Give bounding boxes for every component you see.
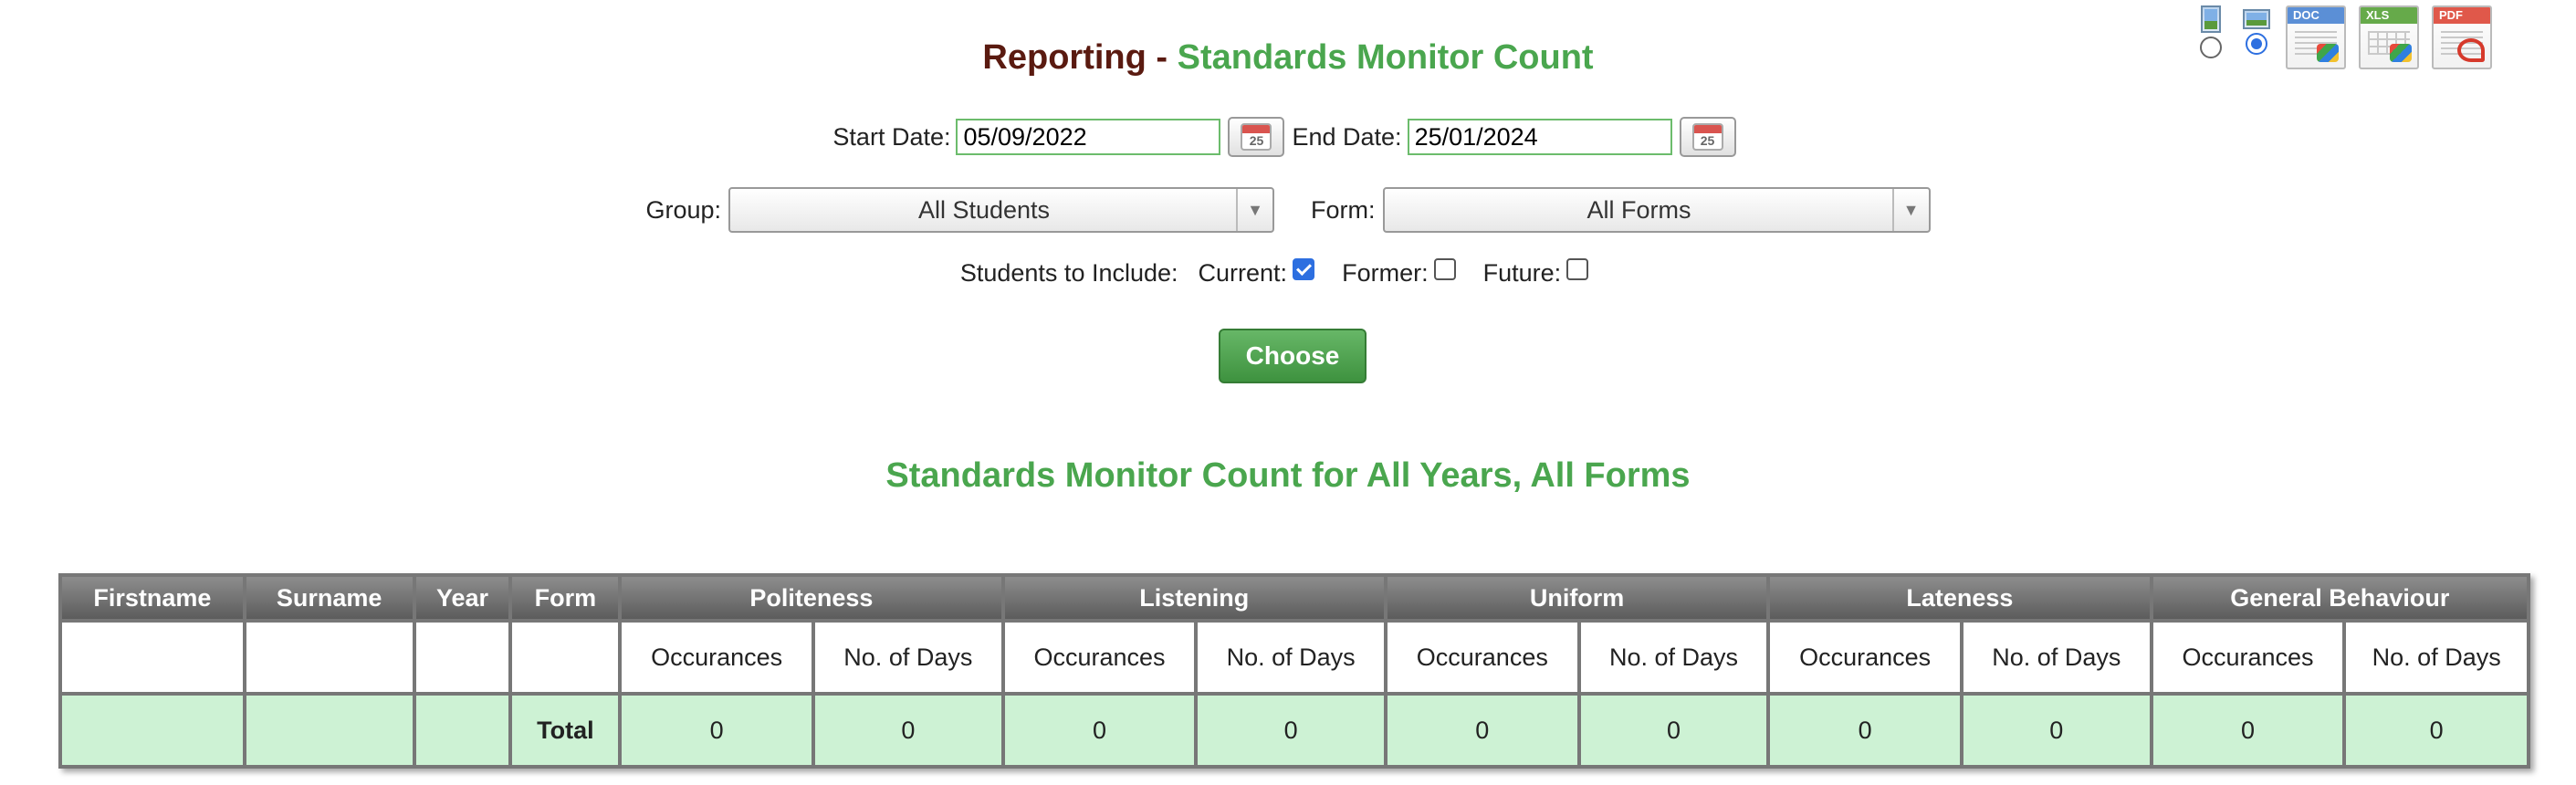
calendar-icon: 25 — [1691, 123, 1723, 151]
empty-cell — [412, 692, 513, 769]
subheader-occurances: Occurances — [1766, 619, 1964, 696]
total-value: 0 — [1766, 692, 1964, 769]
total-value: 0 — [1960, 692, 2153, 769]
empty-cell — [508, 619, 623, 696]
doc-tag: DOC — [2288, 7, 2344, 24]
col-header-surname: Surname — [242, 573, 416, 623]
pdf-tag: PDF — [2434, 7, 2490, 24]
empty-cell — [242, 619, 416, 696]
report-title: Standards Monitor Count for All Years, A… — [885, 456, 1691, 495]
total-label: Total — [508, 692, 623, 769]
group-label: Group: — [645, 196, 722, 224]
include-label: Students to Include: — [959, 259, 1178, 287]
current-label: Current: — [1198, 259, 1288, 287]
end-date-calendar-button[interactable]: 25 — [1679, 117, 1736, 157]
empty-cell — [412, 619, 513, 696]
page-title-prefix: Reporting - — [982, 38, 1178, 77]
group-header-lateness: Lateness — [1766, 573, 2153, 623]
end-date-label: End Date: — [1292, 122, 1402, 151]
chevron-down-icon: ▼ — [1236, 189, 1272, 231]
total-value: 0 — [1576, 692, 1771, 769]
page-title: Reporting - Standards Monitor Count — [0, 38, 2576, 78]
subheader-occurances: Occurances — [618, 619, 816, 696]
total-value: 0 — [2342, 692, 2530, 769]
subheader-no-of-days: No. of Days — [812, 619, 1005, 696]
former-label: Former: — [1342, 259, 1429, 287]
total-value: 0 — [1383, 692, 1581, 769]
col-header-firstname: Firstname — [58, 573, 246, 623]
group-header-uniform: Uniform — [1383, 573, 1771, 623]
start-date-calendar-button[interactable]: 25 — [1228, 117, 1285, 157]
empty-cell — [242, 692, 416, 769]
form-select[interactable]: All Forms ▼ — [1382, 187, 1931, 233]
group-header-general-behaviour: General Behaviour — [2149, 573, 2531, 623]
empty-cell — [58, 692, 246, 769]
date-range-row: Start Date: 25 End Date: 25 — [0, 117, 2576, 157]
subheader-no-of-days: No. of Days — [1576, 619, 1771, 696]
students-include-row: Students to Include: Current: Former: Fu… — [0, 257, 2576, 288]
future-label: Future: — [1482, 259, 1562, 287]
start-date-label: Start Date: — [832, 122, 951, 151]
former-checkbox[interactable] — [1433, 257, 1456, 280]
form-select-value: All Forms — [1586, 195, 1691, 224]
table-header-row: Firstname Surname Year Form Politeness L… — [58, 573, 2531, 623]
calendar-icon: 25 — [1241, 123, 1272, 151]
subheader-occurances: Occurances — [1000, 619, 1199, 696]
group-select[interactable]: All Students ▼ — [728, 187, 1275, 233]
page-title-main: Standards Monitor Count — [1177, 38, 1594, 77]
future-checkbox[interactable] — [1566, 257, 1589, 280]
total-value: 0 — [1194, 692, 1387, 769]
current-checkbox[interactable] — [1293, 257, 1315, 280]
group-header-politeness: Politeness — [618, 573, 1005, 623]
portrait-icon — [2201, 5, 2221, 33]
subheader-no-of-days: No. of Days — [2342, 619, 2530, 696]
total-value: 0 — [618, 692, 816, 769]
subheader-no-of-days: No. of Days — [1960, 619, 2153, 696]
subheader-no-of-days: No. of Days — [1194, 619, 1387, 696]
total-value: 0 — [1000, 692, 1199, 769]
landscape-icon — [2243, 9, 2270, 29]
group-select-value: All Students — [917, 195, 1051, 224]
form-label: Form: — [1311, 196, 1376, 224]
report-table: Firstname Surname Year Form Politeness L… — [58, 573, 2531, 769]
subheader-occurances: Occurances — [1383, 619, 1581, 696]
empty-cell — [58, 619, 246, 696]
table-total-row: Total 0 0 0 0 0 0 0 0 0 0 — [58, 692, 2530, 769]
end-date-input[interactable] — [1407, 119, 1672, 155]
start-date-input[interactable] — [956, 119, 1221, 155]
chevron-down-icon: ▼ — [1891, 189, 1929, 231]
subheader-occurances: Occurances — [2149, 619, 2347, 696]
table-subheader-row: Occurances No. of Days Occurances No. of… — [58, 619, 2530, 696]
col-header-year: Year — [412, 573, 513, 623]
group-form-row: Group: All Students ▼ Form: All Forms ▼ — [0, 187, 2576, 233]
total-value: 0 — [2149, 692, 2347, 769]
total-value: 0 — [812, 692, 1005, 769]
xls-tag: XLS — [2361, 7, 2417, 24]
group-header-listening: Listening — [1000, 573, 1387, 623]
choose-button[interactable]: Choose — [1219, 329, 1367, 383]
col-header-form: Form — [508, 573, 623, 623]
